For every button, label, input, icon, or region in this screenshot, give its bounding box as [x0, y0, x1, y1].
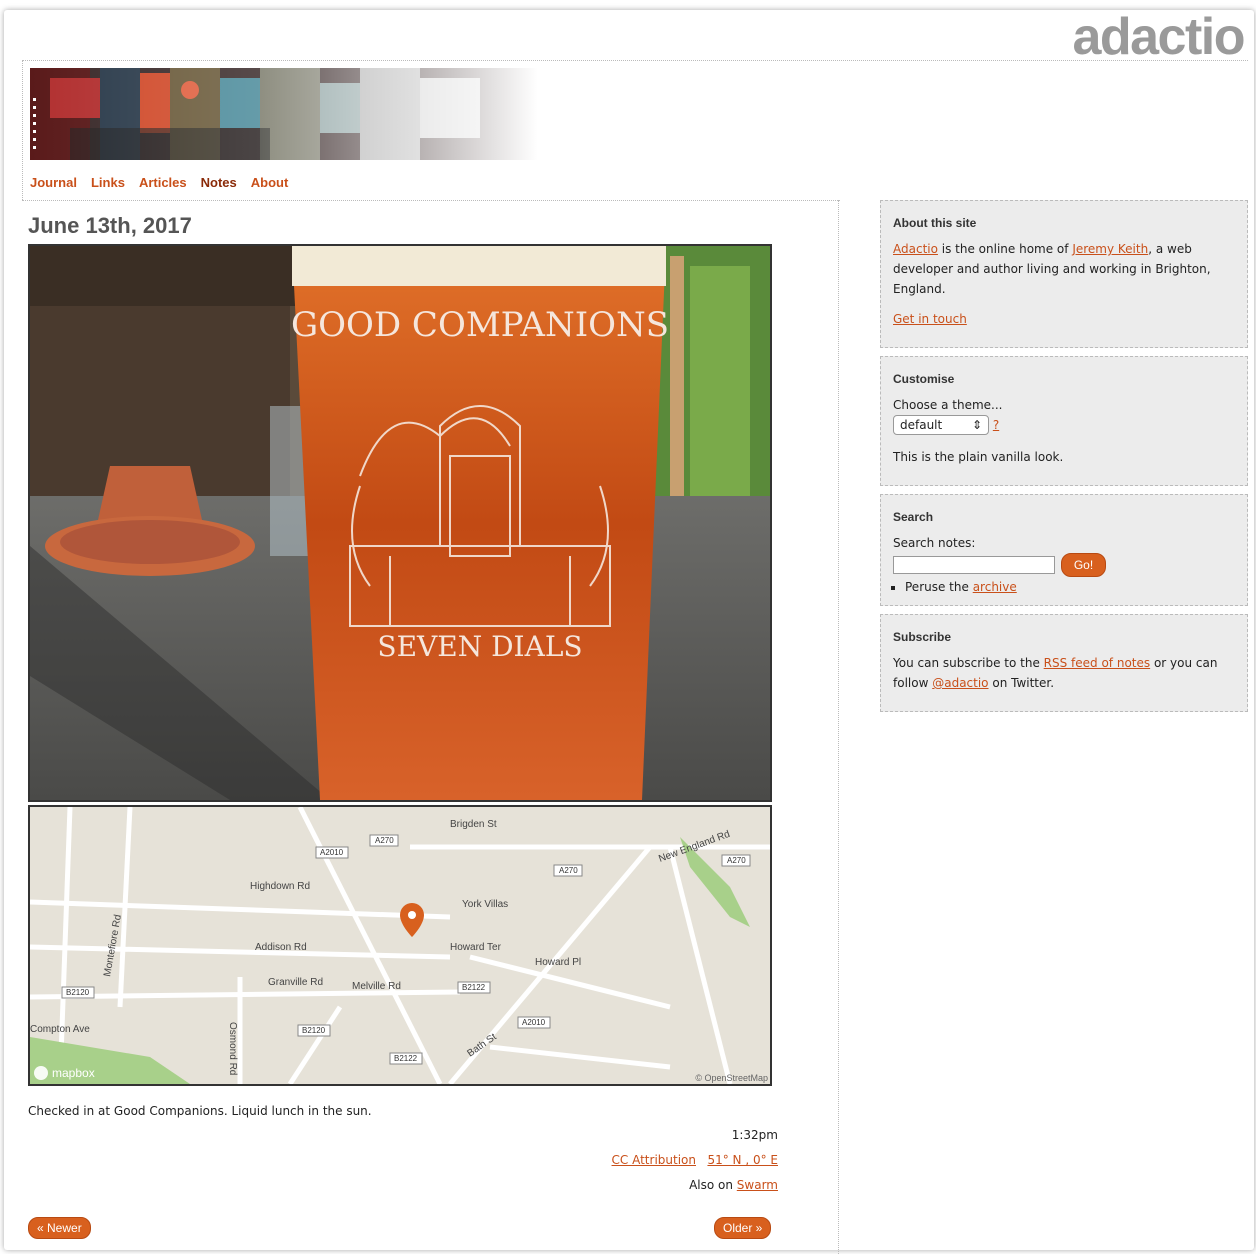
search-button[interactable]: Go! — [1060, 553, 1107, 577]
post-time[interactable]: 1:32pm — [732, 1128, 778, 1142]
road-shield: B2122 — [394, 1054, 418, 1063]
contact-link[interactable]: Get in touch — [893, 312, 967, 326]
map-label: Howard Ter — [450, 942, 502, 953]
customise-title: Customise — [893, 372, 955, 386]
post-meta-links: CC Attribution 51° N , 0° E — [612, 1153, 778, 1167]
swarm-link[interactable]: Swarm — [737, 1178, 778, 1192]
map-label: Highdown Rd — [250, 881, 310, 892]
mapbox-logo: mapbox — [34, 1066, 95, 1080]
search-title: Search — [893, 510, 934, 524]
content-divider — [22, 200, 840, 201]
search-label: Search notes: — [893, 536, 976, 550]
map-label: York Villas — [462, 899, 508, 910]
about-text: Adactio is the online home of Jeremy Kei… — [893, 242, 1211, 296]
site-link[interactable]: Adactio — [893, 242, 938, 256]
nav-journal[interactable]: Journal — [30, 175, 77, 190]
subscribe-title: Subscribe — [893, 630, 952, 644]
search-input[interactable] — [893, 556, 1055, 574]
road-shield: B2120 — [302, 1026, 326, 1035]
about-box: About this site Adactio is the online ho… — [880, 200, 1248, 348]
map-label: Howard Pl — [535, 957, 581, 968]
map-label: Compton Ave — [30, 1024, 90, 1035]
road-shield: B2122 — [462, 983, 486, 992]
archive-item: Peruse the archive — [905, 577, 1235, 597]
licence-link[interactable]: CC Attribution — [612, 1153, 696, 1167]
header-left-divider — [22, 60, 23, 200]
main-nav: Journal Links Articles Notes About — [30, 175, 288, 190]
nav-links[interactable]: Links — [91, 175, 125, 190]
search-box: Search Search notes: Go! Peruse the arch… — [880, 494, 1248, 606]
location-link[interactable]: 51° N , 0° E — [707, 1153, 778, 1167]
glass-top-text: GOOD COMPANIONS — [291, 305, 669, 345]
older-button[interactable]: Older » — [714, 1217, 772, 1239]
archive-link[interactable]: archive — [973, 580, 1017, 594]
map-label: Osmond Rd — [227, 1022, 238, 1075]
subscribe-box: Subscribe You can subscribe to the RSS f… — [880, 614, 1248, 712]
map-label: Brigden St — [450, 819, 497, 830]
note-content: Checked in at Good Companions. Liquid lu… — [28, 1104, 372, 1118]
road-shield: A270 — [727, 856, 746, 865]
road-shield: A2010 — [522, 1018, 546, 1027]
also-on-label: Also on — [689, 1178, 733, 1192]
svg-text:mapbox: mapbox — [52, 1066, 95, 1080]
site-logo[interactable]: adactio — [1072, 10, 1245, 64]
road-shield: B2120 — [66, 988, 90, 997]
theme-select[interactable]: default ⇕ — [893, 415, 989, 435]
nav-articles[interactable]: Articles — [139, 175, 187, 190]
newer-button[interactable]: « Newer — [28, 1217, 91, 1239]
post-date: June 13th, 2017 — [28, 213, 192, 238]
map-label: Melville Rd — [352, 981, 401, 992]
nav-about[interactable]: About — [251, 175, 289, 190]
theme-help-link[interactable]: ? — [993, 418, 999, 432]
about-title: About this site — [893, 216, 977, 230]
map-label: Addison Rd — [255, 942, 307, 953]
also-on: Also on Swarm — [689, 1178, 778, 1192]
header-banner-image — [30, 68, 538, 160]
post-photo[interactable]: GOOD COMPANIONS SEVEN DIALS — [28, 244, 772, 802]
road-shield: A2010 — [320, 848, 344, 857]
sidebar: About this site Adactio is the online ho… — [880, 200, 1248, 720]
glass-bottom-text: SEVEN DIALS — [377, 630, 582, 663]
header-divider — [22, 60, 1248, 61]
road-shield: A270 — [375, 836, 394, 845]
theme-prompt: Choose a theme... — [893, 398, 1003, 412]
road-shield: A270 — [559, 866, 578, 875]
author-link[interactable]: Jeremy Keith — [1072, 242, 1148, 256]
column-divider — [838, 200, 839, 1254]
nav-notes[interactable]: Notes — [201, 175, 237, 190]
map-label: Granville Rd — [268, 977, 323, 988]
twitter-link[interactable]: @adactio — [932, 676, 988, 690]
rss-link[interactable]: RSS feed of notes — [1044, 656, 1150, 670]
subscribe-text: You can subscribe to the RSS feed of not… — [893, 656, 1218, 690]
theme-description: This is the plain vanilla look. — [893, 450, 1064, 464]
select-arrows-icon: ⇕ — [971, 418, 982, 432]
customise-box: Customise Choose a theme... default ⇕ ? T… — [880, 356, 1248, 486]
location-map[interactable]: Highdown Rd Addison Rd Granville Rd Melv… — [28, 805, 772, 1086]
map-attribution[interactable]: © OpenStreetMap — [695, 1073, 768, 1083]
